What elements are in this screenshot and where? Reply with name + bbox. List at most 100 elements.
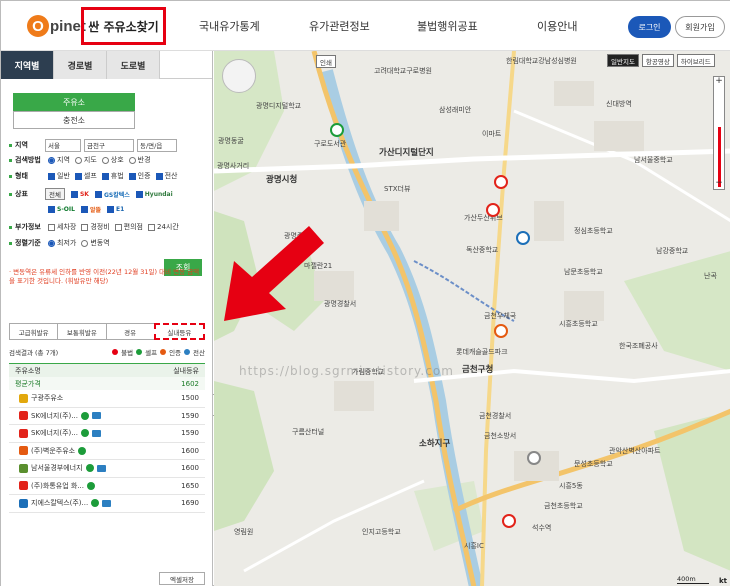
nav-oil-info[interactable]: 유가관련정보 (309, 18, 370, 34)
sk-logo-icon (19, 428, 28, 438)
type-self[interactable]: 셀프 (72, 171, 97, 181)
station-pin-icon[interactable] (527, 451, 541, 465)
method-region[interactable]: 지역 (45, 155, 70, 165)
table-row[interactable]: 구광주유소 1500 (9, 390, 205, 408)
radio-icon (48, 156, 55, 164)
station-pin-icon[interactable] (330, 123, 344, 137)
map-hybrid-button[interactable]: 하이브리드 (676, 54, 715, 67)
extra-repair[interactable]: 경정비 (78, 222, 110, 232)
brand-altteul: 알뜰 (89, 206, 102, 214)
table-row[interactable]: 지에스칼텍스(주)... 1690 (9, 495, 205, 513)
map-label: 광명동굴 (218, 137, 244, 145)
self-icon (85, 464, 94, 473)
city-select[interactable]: 서울 (45, 138, 81, 152)
tab-region[interactable]: 지역별 (1, 51, 54, 79)
certified-icon (160, 349, 167, 355)
brand-row-2: S-OIL 알뜰 E1 (45, 202, 127, 216)
join-button[interactable]: 회원가입 (675, 16, 725, 38)
sort-lowest[interactable]: 최저가 (45, 238, 76, 248)
radio-icon (74, 156, 82, 164)
table-row[interactable]: 남서울경부에너지 1600 (9, 460, 205, 478)
brand-label: 상표 (9, 189, 45, 199)
map-label: 영림원 (234, 528, 254, 536)
nav-illegal[interactable]: 불법행위공표 (417, 18, 478, 34)
fuel-tab-premium[interactable]: 고급휘발유 (9, 323, 58, 340)
type-illegal[interactable]: 휴법 (99, 171, 124, 181)
dong-select[interactable]: 동/면/읍 (137, 138, 177, 152)
map-view[interactable]: 인쇄 일반지도 항공영상 하이브리드 + − 고려대학교구로병원 한림대학교강남… (214, 51, 730, 586)
map-label: 신대방역 (606, 100, 632, 108)
charger-button[interactable]: 충전소 (13, 111, 135, 129)
map-pan-control[interactable] (222, 59, 256, 93)
fuel-tab-diesel[interactable]: 경유 (105, 323, 154, 340)
type-computer[interactable]: 전산 (153, 171, 177, 181)
extra-carwash[interactable]: 세차장 (45, 222, 76, 232)
result-summary: 검색결과 (총 7개) 불법 셀프 인증 전산 (9, 347, 205, 357)
station-pin-icon[interactable] (494, 175, 508, 189)
excel-save-button[interactable]: 엑셀저장 (159, 572, 205, 585)
station-pin-icon[interactable] (516, 231, 530, 245)
brand-all-button[interactable]: 전체 (45, 188, 65, 200)
zoom-slider[interactable]: + − (713, 76, 725, 190)
map-aerial-button[interactable]: 항공영상 (641, 54, 674, 67)
altteul-logo-icon (19, 446, 28, 456)
checkbox-icon (81, 223, 89, 231)
nav-domestic-price[interactable]: 국내유가통계 (199, 18, 260, 34)
sort-change[interactable]: 변동역 (78, 238, 110, 248)
checkbox-icon[interactable] (107, 205, 115, 213)
checkbox-icon[interactable] (80, 205, 88, 213)
checkbox-icon[interactable] (94, 190, 102, 198)
tab-road[interactable]: 도로별 (107, 51, 160, 79)
method-name[interactable]: 상호 (99, 155, 124, 165)
district-select[interactable]: 금천구 (84, 138, 134, 152)
login-button[interactable]: 로그인 (628, 16, 671, 38)
nav-cheap-station[interactable]: 싼 주유소찾기 (81, 7, 166, 45)
result-table: 주유소명 실내등유 평균가격 1602 구광주유소 1500 SK에너지(주).… (9, 363, 205, 513)
map-normal-button[interactable]: 일반지도 (607, 54, 639, 67)
table-row[interactable]: SK에너지(주)... 1590 (9, 408, 205, 425)
map-type-toolbar: 일반지도 항공영상 하이브리드 (607, 54, 715, 67)
zoom-out-icon[interactable]: − (714, 179, 724, 189)
self-icon (80, 429, 89, 438)
map-label: 금천구청 (462, 365, 494, 375)
extra-24h[interactable]: 24시간 (145, 222, 179, 232)
nav-guide[interactable]: 이용안내 (537, 18, 577, 34)
type-normal[interactable]: 일반 (45, 171, 70, 181)
brand-logo-icon (19, 393, 28, 403)
gs-logo-icon (19, 498, 28, 508)
table-row[interactable]: (주)벽운주유소 1600 (9, 443, 205, 460)
map-label: 독산중학교 (466, 246, 499, 254)
checkbox-icon (114, 223, 122, 231)
brand-soil: S-OIL (57, 205, 75, 213)
tab-route[interactable]: 경로별 (54, 51, 107, 79)
fuel-tab-kerosene[interactable]: 실내등유 (153, 323, 205, 340)
map-label: 광명시청 (266, 175, 298, 185)
extra-store[interactable]: 편의점 (112, 222, 143, 232)
self-icon (80, 411, 89, 420)
station-pin-icon[interactable] (494, 324, 508, 338)
fuel-tab-regular[interactable]: 보통휘발유 (57, 323, 106, 340)
method-map[interactable]: 지도 (72, 155, 97, 165)
map-label: 석수역 (532, 524, 552, 532)
map-scale: 400m (677, 575, 709, 584)
checkbox-icon[interactable] (135, 190, 143, 198)
type-certified[interactable]: 인증 (126, 171, 151, 181)
region-label: 지역 (9, 140, 45, 150)
table-row[interactable]: SK에너지(주)... 1590 (9, 425, 205, 443)
zoom-in-icon[interactable]: + (714, 77, 724, 87)
station-pin-icon[interactable] (502, 514, 516, 528)
computer-icon (96, 464, 106, 472)
watermark: https://blog.sgrmin.tistory.com (239, 364, 454, 378)
station-pin-icon[interactable] (486, 203, 500, 217)
checkbox-icon[interactable] (48, 205, 55, 213)
map-label: 가산디지털단지 (379, 148, 434, 158)
method-radius[interactable]: 반경 (126, 155, 151, 165)
map-label: 문성초등학교 (574, 460, 613, 468)
table-header: 주유소명 실내등유 (9, 363, 205, 377)
map-label: 관악산벽산아파트 (609, 447, 661, 455)
table-row[interactable]: (주)화통유업 화... 1650 (9, 478, 205, 495)
print-button[interactable]: 인쇄 (316, 55, 336, 68)
station-button[interactable]: 주유소 (13, 93, 135, 111)
checkbox-icon[interactable] (70, 190, 78, 198)
opinet-logo[interactable]: O pinet (27, 13, 86, 39)
